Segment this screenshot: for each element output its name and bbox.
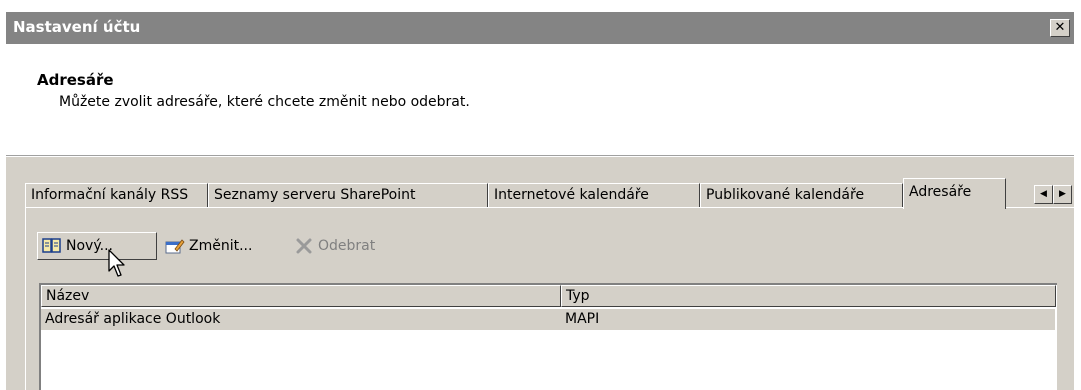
window-title: Nastavení účtu: [13, 18, 141, 36]
tab-label: Adresáře: [909, 184, 972, 200]
close-icon: ✕: [1054, 20, 1066, 35]
page-title: Adresáře: [37, 71, 114, 89]
change-button[interactable]: Změnit...: [161, 232, 259, 260]
close-button[interactable]: ✕: [1050, 19, 1070, 37]
title-bar: Nastavení účtu ✕: [6, 12, 1074, 44]
arrow-right-icon: ▶: [1059, 189, 1066, 199]
column-header-name[interactable]: Název: [41, 285, 561, 307]
change-button-label: Změnit...: [189, 238, 253, 254]
tab-rss-feeds[interactable]: Informační kanály RSS: [25, 183, 208, 207]
tab-published-calendars[interactable]: Publikované kalendáře: [700, 183, 903, 207]
list-item-type: MAPI: [565, 311, 600, 327]
column-header-type[interactable]: Typ: [561, 285, 1056, 307]
remove-button[interactable]: Odebrat: [290, 232, 405, 260]
list-item[interactable]: Adresář aplikace Outlook MAPI: [41, 309, 1055, 330]
remove-button-label: Odebrat: [318, 238, 376, 254]
tab-address-books[interactable]: Adresáře: [903, 178, 1006, 209]
wizard-header: Adresáře Můžete zvolit adresáře, které c…: [6, 44, 1074, 155]
list-item-name: Adresář aplikace Outlook: [45, 311, 221, 327]
tab-label: Seznamy serveru SharePoint: [214, 187, 416, 203]
address-book-list[interactable]: Název Typ Adresář aplikace Outlook MAPI: [39, 283, 1057, 390]
tab-label: Publikované kalendáře: [706, 187, 865, 203]
page-description: Můžete zvolit adresáře, které chcete změ…: [59, 94, 470, 110]
tab-sharepoint-lists[interactable]: Seznamy serveru SharePoint: [208, 183, 488, 207]
new-button-label: Nový...: [66, 238, 113, 254]
arrow-left-icon: ◀: [1040, 189, 1047, 199]
properties-icon: [165, 237, 185, 255]
tab-internet-calendars[interactable]: Internetové kalendáře: [488, 183, 700, 207]
tab-scroll-left-button[interactable]: ◀: [1034, 185, 1053, 204]
tab-label: Internetové kalendáře: [494, 187, 649, 203]
delete-x-icon: [294, 237, 314, 255]
address-book-icon: [42, 237, 62, 255]
tab-label: Informační kanály RSS: [31, 187, 189, 203]
tab-scroll-right-button[interactable]: ▶: [1053, 185, 1072, 204]
mouse-cursor-icon: [108, 249, 130, 279]
new-button[interactable]: Nový...: [37, 232, 157, 260]
